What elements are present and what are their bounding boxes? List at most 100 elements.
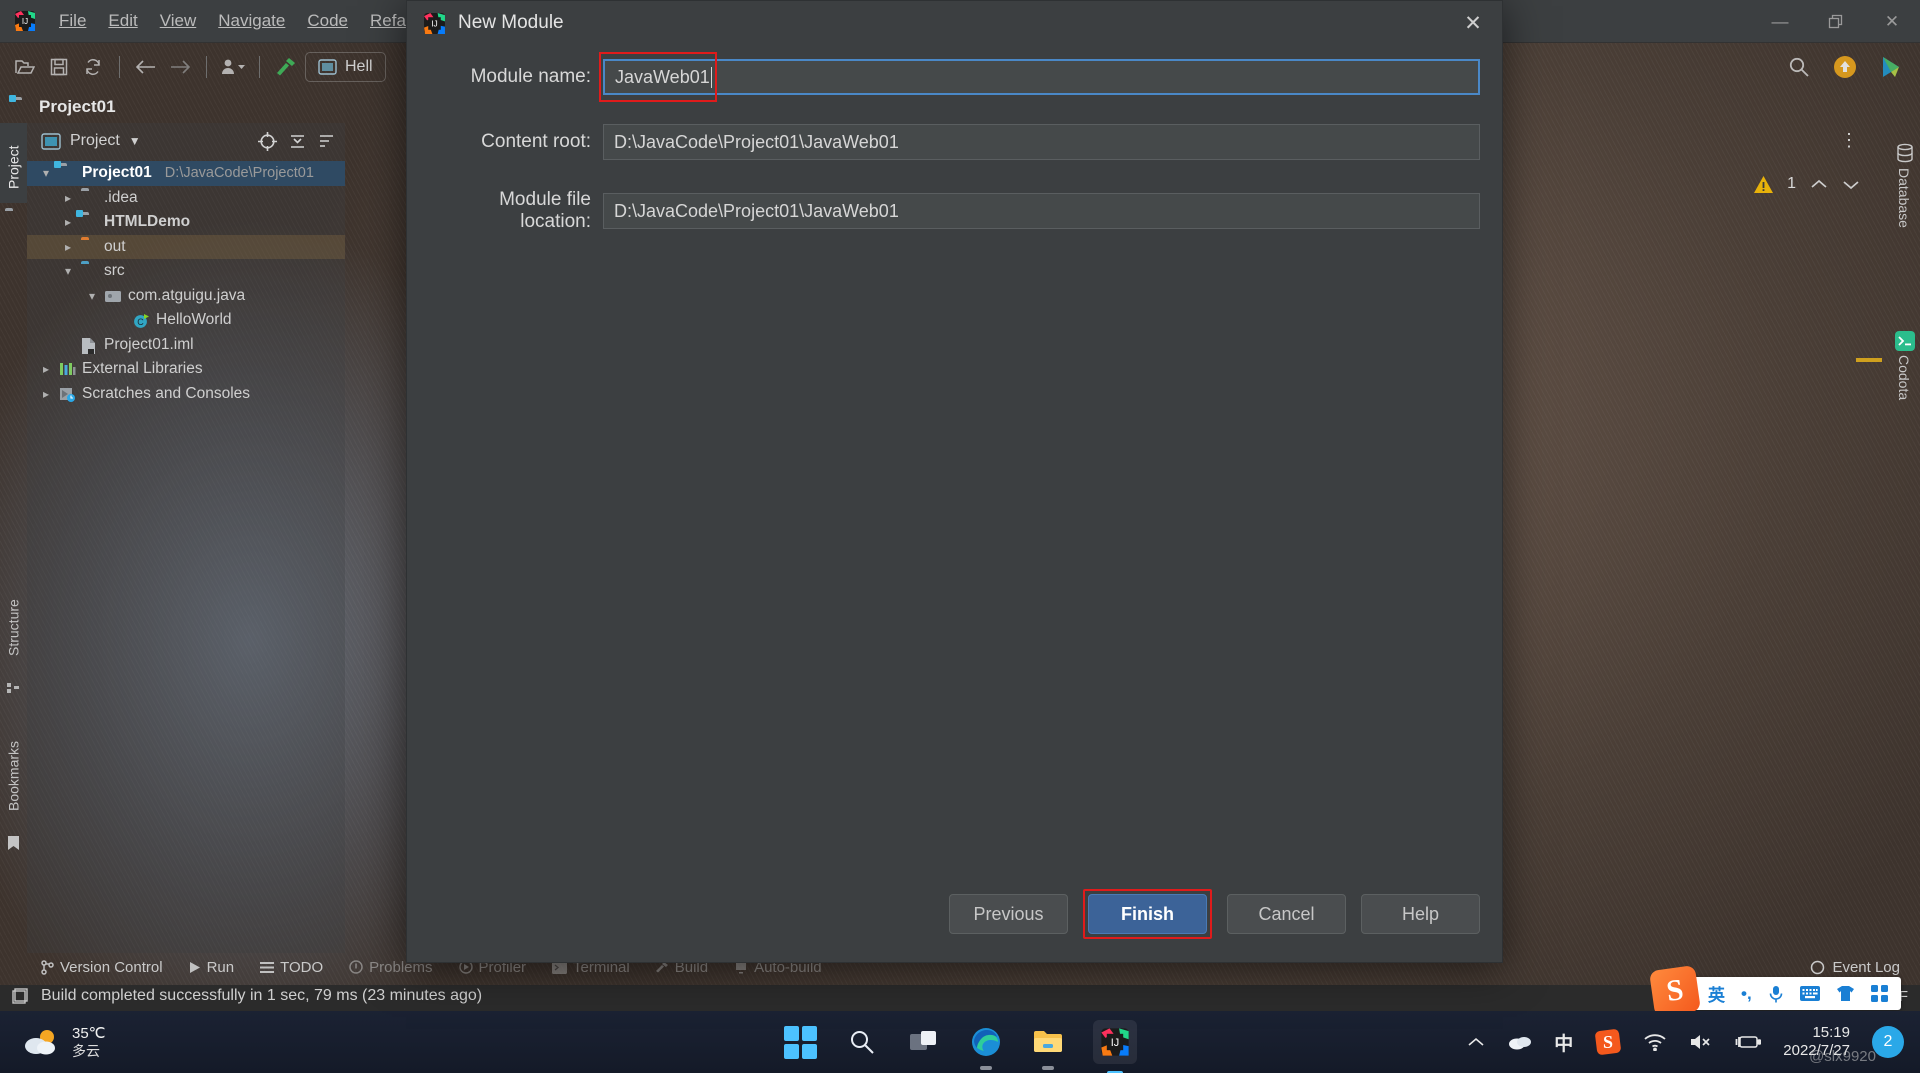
tree-node-label: External Libraries xyxy=(82,360,203,378)
chevron-up-icon[interactable] xyxy=(1810,178,1828,191)
ime-chinese-icon[interactable]: 中 xyxy=(1554,1029,1573,1056)
minimize-button[interactable]: — xyxy=(1752,0,1808,43)
chevron-right-icon[interactable]: ▸ xyxy=(61,191,75,205)
chevron-down-icon[interactable]: ▼ xyxy=(129,134,141,148)
ime-lang-glyph[interactable]: 英 xyxy=(1708,981,1725,1006)
bottom-tab-todo[interactable]: TODO xyxy=(260,959,323,976)
dialog-title-bar: IJ New Module ✕ xyxy=(407,1,1502,45)
skin-icon[interactable] xyxy=(1836,985,1855,1002)
back-arrow-icon[interactable] xyxy=(131,52,161,82)
menu-code[interactable]: Code xyxy=(296,8,359,34)
apps-icon[interactable] xyxy=(1870,985,1888,1002)
desktop-root: IJ File Edit View Navigate Code Refa — ✕ xyxy=(0,0,1920,1073)
bottom-tab-version-control[interactable]: Version Control xyxy=(41,959,163,976)
search-icon[interactable] xyxy=(1784,52,1814,82)
chevron-right-icon[interactable]: ▸ xyxy=(61,240,75,254)
keyboard-icon[interactable] xyxy=(1799,986,1820,1001)
tree-node-project01[interactable]: ▾ Project01 D:\JavaCode\Project01 xyxy=(27,161,345,186)
package-icon xyxy=(105,289,122,303)
microphone-icon[interactable] xyxy=(1768,985,1784,1003)
open-folder-icon[interactable] xyxy=(10,52,40,82)
content-root-input[interactable]: D:\JavaCode\Project01\JavaWeb01 xyxy=(603,124,1480,160)
tree-node-out[interactable]: ▸ out xyxy=(27,234,345,259)
expand-all-icon[interactable] xyxy=(318,133,335,150)
menu-view-label: View xyxy=(159,11,197,30)
run-icon[interactable] xyxy=(1876,52,1906,82)
sidebar-item-database[interactable]: Database xyxy=(1888,168,1920,278)
module-file-location-input[interactable]: D:\JavaCode\Project01\JavaWeb01 xyxy=(603,193,1480,229)
close-icon[interactable]: ✕ xyxy=(1444,1,1502,45)
sogou-icon[interactable]: S xyxy=(1649,965,1701,1017)
start-button[interactable] xyxy=(783,1025,817,1059)
module-name-input[interactable]: JavaWeb01 xyxy=(603,59,1480,95)
menu-navigate[interactable]: Navigate xyxy=(207,8,296,34)
tree-node-external-libraries[interactable]: ▸ External Libraries xyxy=(27,357,345,382)
sidebar-item-structure[interactable]: Structure xyxy=(0,583,27,673)
tree-node-src[interactable]: ▾ src xyxy=(27,259,345,284)
onedrive-icon[interactable] xyxy=(1508,1034,1532,1050)
kebab-menu-icon[interactable]: ⋮ xyxy=(1840,130,1858,151)
external-libraries-icon xyxy=(59,362,76,376)
help-button[interactable]: Help xyxy=(1361,894,1480,934)
tree-node-scratches[interactable]: ▸ Scratches and Consoles xyxy=(27,382,345,407)
chevron-down-icon[interactable]: ▾ xyxy=(39,166,53,180)
tree-node-helloworld[interactable]: ▸ C HelloWorld xyxy=(27,308,345,333)
event-log-tab[interactable]: Event Log xyxy=(1810,959,1900,976)
tool-tab-codota-label: Codota xyxy=(1896,355,1912,401)
scrollbar-marker xyxy=(1856,358,1882,362)
previous-button[interactable]: Previous xyxy=(949,894,1068,934)
chevron-down-icon[interactable]: ▾ xyxy=(61,264,75,278)
project-tree: ▾ Project01 D:\JavaCode\Project01 ▸ .ide… xyxy=(27,159,345,406)
terminal-icon xyxy=(1895,331,1915,351)
update-icon[interactable] xyxy=(1830,52,1860,82)
menu-file[interactable]: File xyxy=(48,8,97,34)
intellij-button[interactable]: IJ xyxy=(1093,1020,1137,1073)
cancel-button[interactable]: Cancel xyxy=(1227,894,1346,934)
tree-node-htmldemo[interactable]: ▸ HTMLDemo xyxy=(27,210,345,235)
taskbar-app-buttons: IJ xyxy=(783,1020,1137,1073)
module-file-location-label: Module file location: xyxy=(499,189,591,232)
event-log-label: Event Log xyxy=(1832,958,1900,976)
user-dropdown-icon[interactable] xyxy=(218,52,248,82)
toolbar-separator xyxy=(119,55,120,78)
chevron-up-icon[interactable] xyxy=(1466,1035,1486,1049)
notification-badge[interactable]: 2 xyxy=(1872,1026,1904,1058)
sidebar-item-codota[interactable]: Codota xyxy=(1888,355,1920,435)
chevron-down-icon[interactable] xyxy=(1842,178,1860,191)
sogou-icon[interactable]: S xyxy=(1595,1029,1622,1055)
forward-arrow-icon[interactable] xyxy=(165,52,195,82)
task-view-button[interactable] xyxy=(907,1025,941,1059)
edge-button[interactable] xyxy=(969,1025,1003,1070)
build-hammer-icon[interactable] xyxy=(271,52,301,82)
chevron-right-icon[interactable]: ▸ xyxy=(39,387,53,401)
folder-icon xyxy=(81,191,98,205)
sidebar-item-project[interactable]: Project xyxy=(0,129,27,205)
save-icon[interactable] xyxy=(44,52,74,82)
toolbar-right-group xyxy=(1784,43,1906,90)
tree-node-iml[interactable]: ▸ Project01.iml xyxy=(27,333,345,358)
tree-node-package[interactable]: ▾ com.atguigu.java xyxy=(27,284,345,309)
menu-edit[interactable]: Edit xyxy=(97,8,148,34)
chevron-down-icon[interactable]: ▾ xyxy=(85,289,99,303)
sidebar-item-bookmarks[interactable]: Bookmarks xyxy=(0,723,27,828)
close-button[interactable]: ✕ xyxy=(1864,0,1920,43)
volume-muted-icon[interactable] xyxy=(1689,1033,1713,1051)
target-icon[interactable] xyxy=(258,131,277,151)
collapse-all-icon[interactable] xyxy=(289,133,306,150)
restore-button[interactable] xyxy=(1808,0,1864,43)
finish-button[interactable]: Finish xyxy=(1088,894,1207,934)
battery-charging-icon[interactable] xyxy=(1735,1034,1762,1050)
file-explorer-button[interactable] xyxy=(1031,1025,1065,1070)
search-button[interactable] xyxy=(845,1025,879,1059)
chevron-right-icon[interactable]: ▸ xyxy=(61,215,75,229)
bottom-tab-run[interactable]: Run xyxy=(189,959,234,976)
ime-punctuation-glyph[interactable]: •, xyxy=(1741,984,1752,1004)
wifi-icon[interactable] xyxy=(1643,1033,1667,1051)
run-configuration-selector[interactable]: Hell xyxy=(305,51,386,82)
taskbar-weather-widget[interactable]: 35℃ 多云 xyxy=(0,1025,106,1059)
chevron-right-icon[interactable]: ▸ xyxy=(39,362,53,376)
menu-view[interactable]: View xyxy=(149,8,208,34)
sync-icon[interactable] xyxy=(78,52,108,82)
tree-node-idea[interactable]: ▸ .idea xyxy=(27,186,345,211)
tree-node-label: .idea xyxy=(104,188,138,206)
